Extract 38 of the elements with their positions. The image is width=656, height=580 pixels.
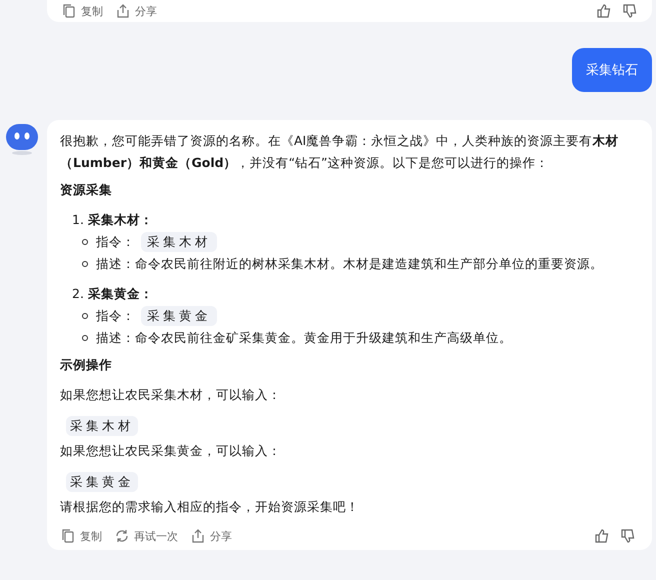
section-heading: 资源采集 <box>60 182 113 199</box>
paragraph: 请根据您的需求输入相应的指令，开始资源采集吧！ <box>60 498 360 516</box>
thumbs-down-icon[interactable] <box>622 3 638 19</box>
bullet-icon <box>82 239 88 245</box>
refresh-icon <box>114 528 130 544</box>
list-number: 2. <box>72 285 84 303</box>
bullet-label: 指令： <box>96 307 135 325</box>
thumbs-up-icon[interactable] <box>594 528 610 544</box>
code-snippet: 采集木材 <box>141 232 217 252</box>
share-button[interactable]: 分享 <box>190 528 232 544</box>
copy-icon <box>61 3 77 19</box>
step-title: 采集黄金： <box>88 285 153 303</box>
list-number: 1. <box>72 211 84 229</box>
copy-button[interactable]: 复制 <box>60 528 102 544</box>
copy-icon <box>60 528 76 544</box>
thumbs-up-icon[interactable] <box>596 3 612 19</box>
share-icon <box>190 528 206 544</box>
paragraph: 很抱歉，您可能弄错了资源的名称。在《AI魔兽争霸：永恒之战》中，人类种族的资源主要有木材（Lumber）和黄金（Gold），并没有“钻石”这种资源。以下是您可以进行的操作： <box>60 132 620 172</box>
share-icon <box>115 3 131 19</box>
share-button[interactable]: 分享 <box>115 3 157 19</box>
section-heading: 示例操作 <box>60 357 113 374</box>
code-snippet: 采集黄金 <box>141 306 217 326</box>
bullet-label: 指令： <box>96 233 135 251</box>
bullet-icon <box>82 261 88 267</box>
retry-button[interactable]: 再试一次 <box>114 528 178 544</box>
bullet-icon <box>82 313 88 319</box>
bot-avatar-icon <box>5 122 39 156</box>
step-title: 采集木材： <box>88 211 153 229</box>
thumbs-down-icon[interactable] <box>620 528 636 544</box>
paragraph: 如果您想让农民采集黄金，可以输入： <box>60 442 282 460</box>
paragraph: 如果您想让农民采集木材，可以输入： <box>60 386 282 404</box>
bullet-text: 描述：命令农民前往附近的树林采集木材。木材是建造建筑和生产部分单位的重要资源。 <box>96 255 603 273</box>
code-snippet: 采集木材 <box>66 416 138 436</box>
code-snippet: 采集黄金 <box>66 472 138 492</box>
bullet-text: 描述：命令农民前往金矿采集黄金。黄金用于升级建筑和生产高级单位。 <box>96 329 512 347</box>
bullet-icon <box>82 335 88 341</box>
user-message: 采集钻石 <box>572 48 652 92</box>
copy-button[interactable]: 复制 <box>61 3 103 19</box>
